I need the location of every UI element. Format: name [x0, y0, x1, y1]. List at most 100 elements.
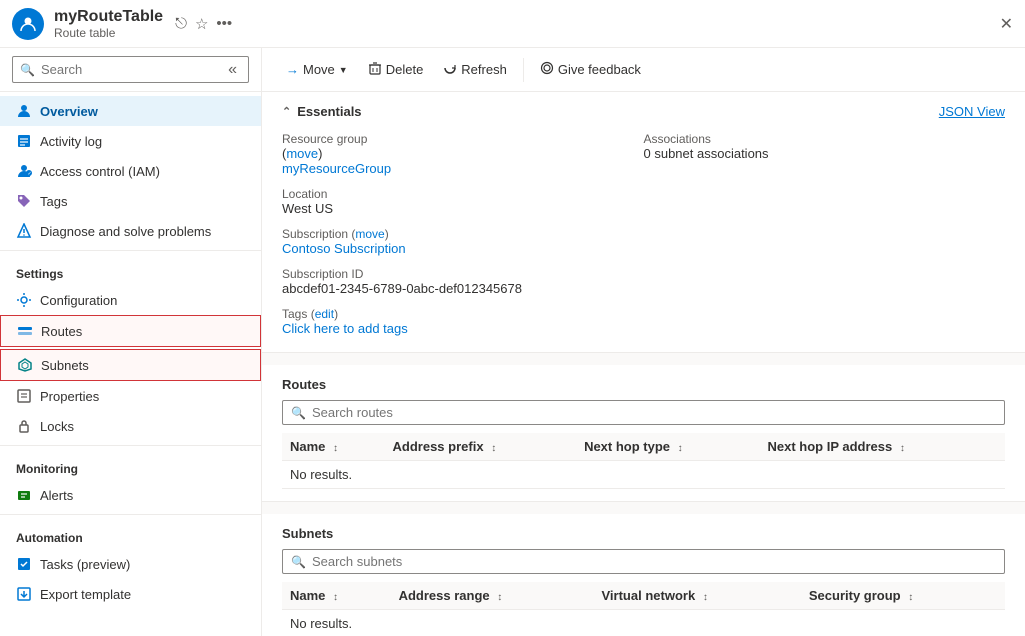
subscription-link[interactable]: Contoso Subscription — [282, 241, 406, 256]
move-button[interactable]: → Move ▼ — [278, 57, 356, 82]
subnets-sort-sg[interactable]: ↕ — [908, 592, 913, 603]
search-input[interactable] — [12, 56, 249, 83]
settings-label: Settings — [0, 255, 261, 285]
location-label: Location — [282, 187, 327, 201]
subnets-no-results-row: No results. — [282, 610, 1005, 636]
subscription-value: Contoso Subscription — [282, 241, 644, 256]
sidebar-item-label: Properties — [40, 389, 99, 404]
essentials-right-col: Associations 0 subnet associations — [644, 131, 1006, 336]
subscription-item: Subscription (move) Contoso Subscription — [282, 226, 644, 256]
app-subtitle: Route table — [54, 26, 163, 40]
sidebar-item-subnets[interactable]: Subnets — [0, 349, 261, 381]
tags-add-link[interactable]: Click here to add tags — [282, 321, 408, 336]
sidebar-item-overview[interactable]: Overview — [0, 96, 261, 126]
sidebar-item-locks[interactable]: Locks — [0, 411, 261, 441]
essentials-grid: Resource group (move) myResourceGroup Lo… — [282, 131, 1005, 336]
routes-search-input[interactable] — [312, 405, 996, 420]
routes-search-icon: 🔍 — [291, 406, 306, 420]
collapse-icon[interactable]: « — [228, 61, 237, 79]
main-area: 🔍 « Overview — [0, 48, 1025, 636]
divider-settings — [0, 250, 261, 251]
essentials-title: ⌃ Essentials — [282, 104, 362, 119]
routes-sort-address[interactable]: ↕ — [491, 443, 496, 454]
subnets-no-results: No results. — [282, 610, 1005, 636]
json-view-link[interactable]: JSON View — [939, 104, 1005, 119]
content-body: ⌃ Essentials JSON View Resource group (m… — [262, 92, 1025, 636]
refresh-button[interactable]: Refresh — [435, 56, 515, 83]
sidebar-nav: Overview Activity log — [0, 92, 261, 636]
sidebar-item-export-template[interactable]: Export template — [0, 579, 261, 609]
sidebar-item-activity-log[interactable]: Activity log — [0, 126, 261, 156]
routes-icon — [17, 323, 33, 339]
more-icon[interactable]: ••• — [216, 15, 232, 33]
routes-table: Name ↕ Address prefix ↕ Next hop type ↕ — [282, 433, 1005, 489]
sidebar-item-tags[interactable]: Tags — [0, 186, 261, 216]
essentials-left-col: Resource group (move) myResourceGroup Lo… — [282, 131, 644, 336]
location-value: West US — [282, 201, 644, 216]
subscription-move-link[interactable]: move — [355, 227, 384, 241]
delete-button[interactable]: Delete — [360, 56, 432, 83]
sidebar-item-label: Overview — [40, 104, 98, 119]
associations-label: Associations — [644, 132, 711, 146]
sidebar-item-iam[interactable]: ✓ Access control (IAM) — [0, 156, 261, 186]
routes-table-header: Name ↕ Address prefix ↕ Next hop type ↕ — [282, 433, 1005, 461]
resource-group-move-link[interactable]: move — [286, 146, 318, 161]
subnets-table-header: Name ↕ Address range ↕ Virtual network ↕ — [282, 582, 1005, 610]
routes-data-section: Routes 🔍 Name ↕ Address prefix — [262, 365, 1025, 502]
tags-edit-link[interactable]: edit — [315, 307, 334, 321]
routes-sort-hop-ip[interactable]: ↕ — [900, 443, 905, 454]
routes-sort-name[interactable]: ↕ — [333, 443, 338, 454]
star-icon[interactable]: ☆ — [195, 15, 208, 33]
resource-group-item: Resource group (move) myResourceGroup — [282, 131, 644, 176]
resource-group-label: Resource group — [282, 132, 367, 146]
subnets-table-body: No results. — [282, 610, 1005, 636]
routes-no-results-row: No results. — [282, 461, 1005, 489]
location-item: Location West US — [282, 186, 644, 216]
sidebar-item-configuration[interactable]: Configuration — [0, 285, 261, 315]
sidebar-item-routes[interactable]: Routes — [0, 315, 261, 347]
sidebar-item-label: Diagnose and solve problems — [40, 224, 211, 239]
routes-col-hop-type: Next hop type ↕ — [576, 433, 759, 461]
sidebar-item-label: Alerts — [40, 488, 73, 503]
configuration-icon — [16, 292, 32, 308]
subnets-header-row: Name ↕ Address range ↕ Virtual network ↕ — [282, 582, 1005, 610]
subnets-data-section: Subnets 🔍 Name ↕ Address range — [262, 514, 1025, 636]
chevron-up-icon: ⌃ — [282, 105, 291, 118]
routes-table-body: No results. — [282, 461, 1005, 489]
sidebar-search-area: 🔍 « — [0, 48, 261, 92]
subnets-table: Name ↕ Address range ↕ Virtual network ↕ — [282, 582, 1005, 636]
close-button[interactable]: ✕ — [1000, 14, 1013, 34]
toolbar: → Move ▼ Delete — [262, 48, 1025, 92]
tags-value: Click here to add tags — [282, 321, 644, 336]
sidebar-item-alerts[interactable]: Alerts — [0, 480, 261, 510]
subnets-sort-address[interactable]: ↕ — [497, 592, 502, 603]
feedback-button[interactable]: Give feedback — [532, 56, 649, 83]
title-action-icons: ⎋ ☆ ••• — [175, 15, 232, 33]
subnets-sort-name[interactable]: ↕ — [333, 592, 338, 603]
diagnose-icon — [16, 223, 32, 239]
search-icon: 🔍 — [20, 63, 35, 77]
associations-item: Associations 0 subnet associations — [644, 131, 1006, 161]
routes-sort-hop-type[interactable]: ↕ — [678, 443, 683, 454]
divider-automation — [0, 514, 261, 515]
pin-icon[interactable]: ⎋ — [175, 15, 187, 33]
routes-col-name: Name ↕ — [282, 433, 385, 461]
svg-text:✓: ✓ — [28, 171, 32, 177]
sidebar-item-properties[interactable]: Properties — [0, 381, 261, 411]
iam-icon: ✓ — [16, 163, 32, 179]
resource-group-link[interactable]: myResourceGroup — [282, 161, 391, 176]
overview-icon — [16, 103, 32, 119]
subnets-search-input[interactable] — [312, 554, 996, 569]
subnets-col-virtual-network: Virtual network ↕ — [594, 582, 801, 610]
sidebar-item-label: Export template — [40, 587, 131, 602]
app-name: myRouteTable — [54, 8, 163, 26]
subscription-id-label: Subscription ID — [282, 267, 363, 281]
sidebar: 🔍 « Overview — [0, 48, 262, 636]
subnets-col-address-range: Address range ↕ — [391, 582, 594, 610]
subnets-section-title: Subnets — [282, 526, 1005, 541]
sidebar-item-diagnose[interactable]: Diagnose and solve problems — [0, 216, 261, 246]
sidebar-item-tasks[interactable]: Tasks (preview) — [0, 549, 261, 579]
routes-section-title: Routes — [282, 377, 1005, 392]
subnets-sort-vnet[interactable]: ↕ — [703, 592, 708, 603]
toolbar-separator — [523, 58, 524, 82]
